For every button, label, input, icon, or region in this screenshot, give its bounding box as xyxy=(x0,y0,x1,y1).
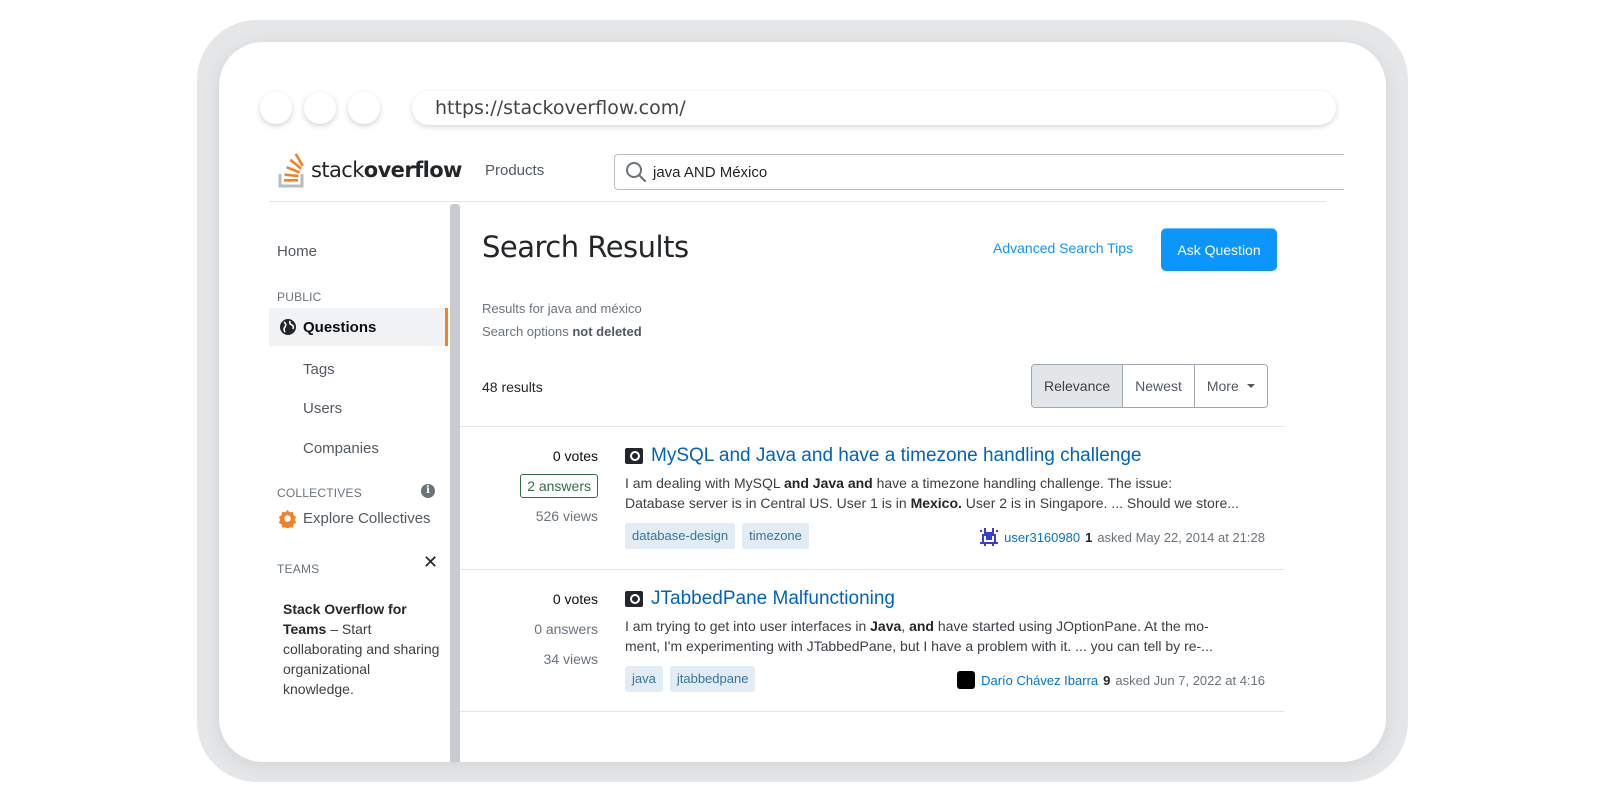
tag[interactable]: java xyxy=(625,666,663,692)
page-title: Search Results xyxy=(482,230,689,264)
question-meta: Darío Chávez Ibarra 9 asked Jun 7, 2022 … xyxy=(957,671,1265,689)
site-logo[interactable]: stackoverflow xyxy=(277,152,462,188)
info-icon[interactable]: i xyxy=(421,484,435,498)
answer-count-badge: 2 answers xyxy=(520,474,598,498)
excerpt-highlight: Mexico. xyxy=(910,495,962,511)
excerpt-line: ment, I'm experimenting with JTabbedPane… xyxy=(625,638,1213,654)
excerpt-text: I am dealing with MySQL xyxy=(625,475,784,491)
user-reputation: 1 xyxy=(1085,529,1093,545)
search-options-prefix: Search options xyxy=(482,324,573,339)
excerpt-text: I am trying to get into user interfaces … xyxy=(625,618,871,634)
logo-text-bold: overflow xyxy=(363,158,463,182)
sort-more-label: More xyxy=(1206,378,1239,394)
excerpt-highlight: and Java and xyxy=(784,475,873,491)
result-stats: 0 votes 0 answers 34 views xyxy=(534,584,598,674)
question-title-link[interactable]: JTabbedPane Malfunctioning xyxy=(625,588,1265,610)
question-title: JTabbedPane Malfunctioning xyxy=(651,588,896,609)
search-query: java AND México xyxy=(653,163,768,181)
excerpt-text: User 2 is in Singapore. ... Should we st… xyxy=(961,495,1239,511)
close-icon[interactable]: ✕ xyxy=(423,553,438,571)
excerpt-text: Database server is in Central US. User 1… xyxy=(625,495,911,511)
sidebar-item-explore-collectives[interactable]: Explore Collectives xyxy=(278,509,431,528)
sidebar-item-label: Questions xyxy=(303,318,377,336)
result-stats: 0 votes 2 answers 526 views xyxy=(520,441,598,531)
chevron-down-icon xyxy=(1246,384,1255,388)
result-count: 48 results xyxy=(482,379,543,395)
tag[interactable]: timezone xyxy=(742,523,809,549)
search-result: 0 votes 2 answers 526 views MySQL and Ja… xyxy=(460,426,1284,569)
stack-overflow-logo-icon xyxy=(278,153,304,188)
window-control-dot[interactable] xyxy=(304,92,336,124)
search-summary: Results for java and méxico Search optio… xyxy=(482,297,642,343)
avatar[interactable] xyxy=(957,671,976,689)
vote-count: 0 votes xyxy=(552,448,598,464)
ask-question-button[interactable]: Ask Question xyxy=(1161,228,1277,271)
search-result: 0 votes 0 answers 34 views JTabbedPane M… xyxy=(460,569,1284,712)
window-control-dot[interactable] xyxy=(260,92,292,124)
search-options-value: not deleted xyxy=(572,324,642,339)
sidebar-item-questions[interactable]: Questions xyxy=(269,308,448,346)
sidebar-item-label: Explore Collectives xyxy=(303,510,431,527)
excerpt-text: , xyxy=(901,618,910,634)
question-meta: user3160980 1 asked May 22, 2014 at 21:2… xyxy=(980,528,1265,546)
view-count: 34 views xyxy=(543,651,598,667)
logo-wordmark: stackoverflow xyxy=(311,158,462,182)
tag[interactable]: database-design xyxy=(625,523,736,549)
address-bar[interactable]: https://stackoverflow.com/ xyxy=(412,91,1336,125)
sort-relevance-button[interactable]: Relevance xyxy=(1032,365,1124,407)
excerpt-text: have a timezone handling challenge. The … xyxy=(872,475,1173,491)
sidebar-section-collectives: COLLECTIVES xyxy=(277,486,362,500)
browser-window: https://stackoverflow.com/ stackoverflow… xyxy=(219,42,1386,762)
question-excerpt: I am trying to get into user interfaces … xyxy=(625,616,1275,656)
answer-count: 0 answers xyxy=(534,621,598,637)
sidebar-item-users[interactable]: Users xyxy=(303,400,342,417)
user-link[interactable]: user3160980 xyxy=(1004,530,1080,545)
question-excerpt: I am dealing with MySQL and Java and hav… xyxy=(625,473,1275,513)
answer-count: 2 answers xyxy=(520,471,598,501)
excerpt-text: have started using JOptionPane. At the m… xyxy=(933,618,1209,634)
avatar[interactable] xyxy=(980,528,999,546)
search-options-line: Search options not deleted xyxy=(482,320,642,343)
excerpt-highlight: and xyxy=(909,618,934,634)
view-count: 526 views xyxy=(535,508,598,524)
left-sidebar: Home PUBLIC Questions Tags Users Compani… xyxy=(269,204,448,762)
sidebar-item-companies[interactable]: Companies xyxy=(303,440,379,457)
teams-promo: Stack Overflow for Teams – Start collabo… xyxy=(283,599,443,699)
sidebar-item-tags[interactable]: Tags xyxy=(303,361,335,378)
results-for-query: java and méxico xyxy=(547,301,642,316)
asked-timestamp: asked May 22, 2014 at 21:28 xyxy=(1097,529,1265,545)
sidebar-scrollbar[interactable] xyxy=(450,204,460,762)
results-for-line: Results for java and méxico xyxy=(482,297,642,320)
globe-icon xyxy=(280,319,296,335)
main-content: Search Results Advanced Search Tips Ask … xyxy=(460,204,1286,762)
advanced-search-tips-link[interactable]: Advanced Search Tips xyxy=(993,240,1133,256)
sidebar-section-public: PUBLIC xyxy=(277,290,322,304)
collectives-icon xyxy=(278,510,297,528)
search-input[interactable]: java AND México xyxy=(614,154,1344,190)
tag[interactable]: jtabbedpane xyxy=(669,666,756,692)
products-menu[interactable]: Products xyxy=(485,162,544,179)
user-link[interactable]: Darío Chávez Ibarra xyxy=(981,673,1098,688)
vote-count: 0 votes xyxy=(552,591,598,607)
excerpt-line: I am dealing with MySQL and Java and hav… xyxy=(625,473,1275,493)
window-control-dot[interactable] xyxy=(348,92,380,124)
question-icon xyxy=(625,591,643,607)
user-reputation: 9 xyxy=(1103,672,1111,688)
asked-timestamp: asked Jun 7, 2022 at 4:16 xyxy=(1115,672,1265,688)
question-icon xyxy=(625,448,643,464)
question-title: MySQL and Java and have a timezone handl… xyxy=(651,445,1142,466)
logo-text-light: stack xyxy=(311,158,364,182)
sidebar-item-home[interactable]: Home xyxy=(277,243,317,260)
excerpt-line: Database server is in Central US. User 1… xyxy=(625,493,1275,513)
excerpt-highlight: Java xyxy=(870,618,902,634)
sort-newest-button[interactable]: Newest xyxy=(1123,365,1195,407)
question-title-link[interactable]: MySQL and Java and have a timezone handl… xyxy=(625,445,1265,467)
site-header: stackoverflow Products java AND México xyxy=(269,146,1344,202)
results-for-prefix: Results for xyxy=(482,301,548,316)
search-icon xyxy=(626,162,647,183)
excerpt-line: I am trying to get into user interfaces … xyxy=(625,616,1275,636)
sort-tabs: Relevance Newest More xyxy=(1031,364,1268,408)
sort-more-button[interactable]: More xyxy=(1194,365,1267,407)
sidebar-section-teams: TEAMS xyxy=(277,562,320,576)
